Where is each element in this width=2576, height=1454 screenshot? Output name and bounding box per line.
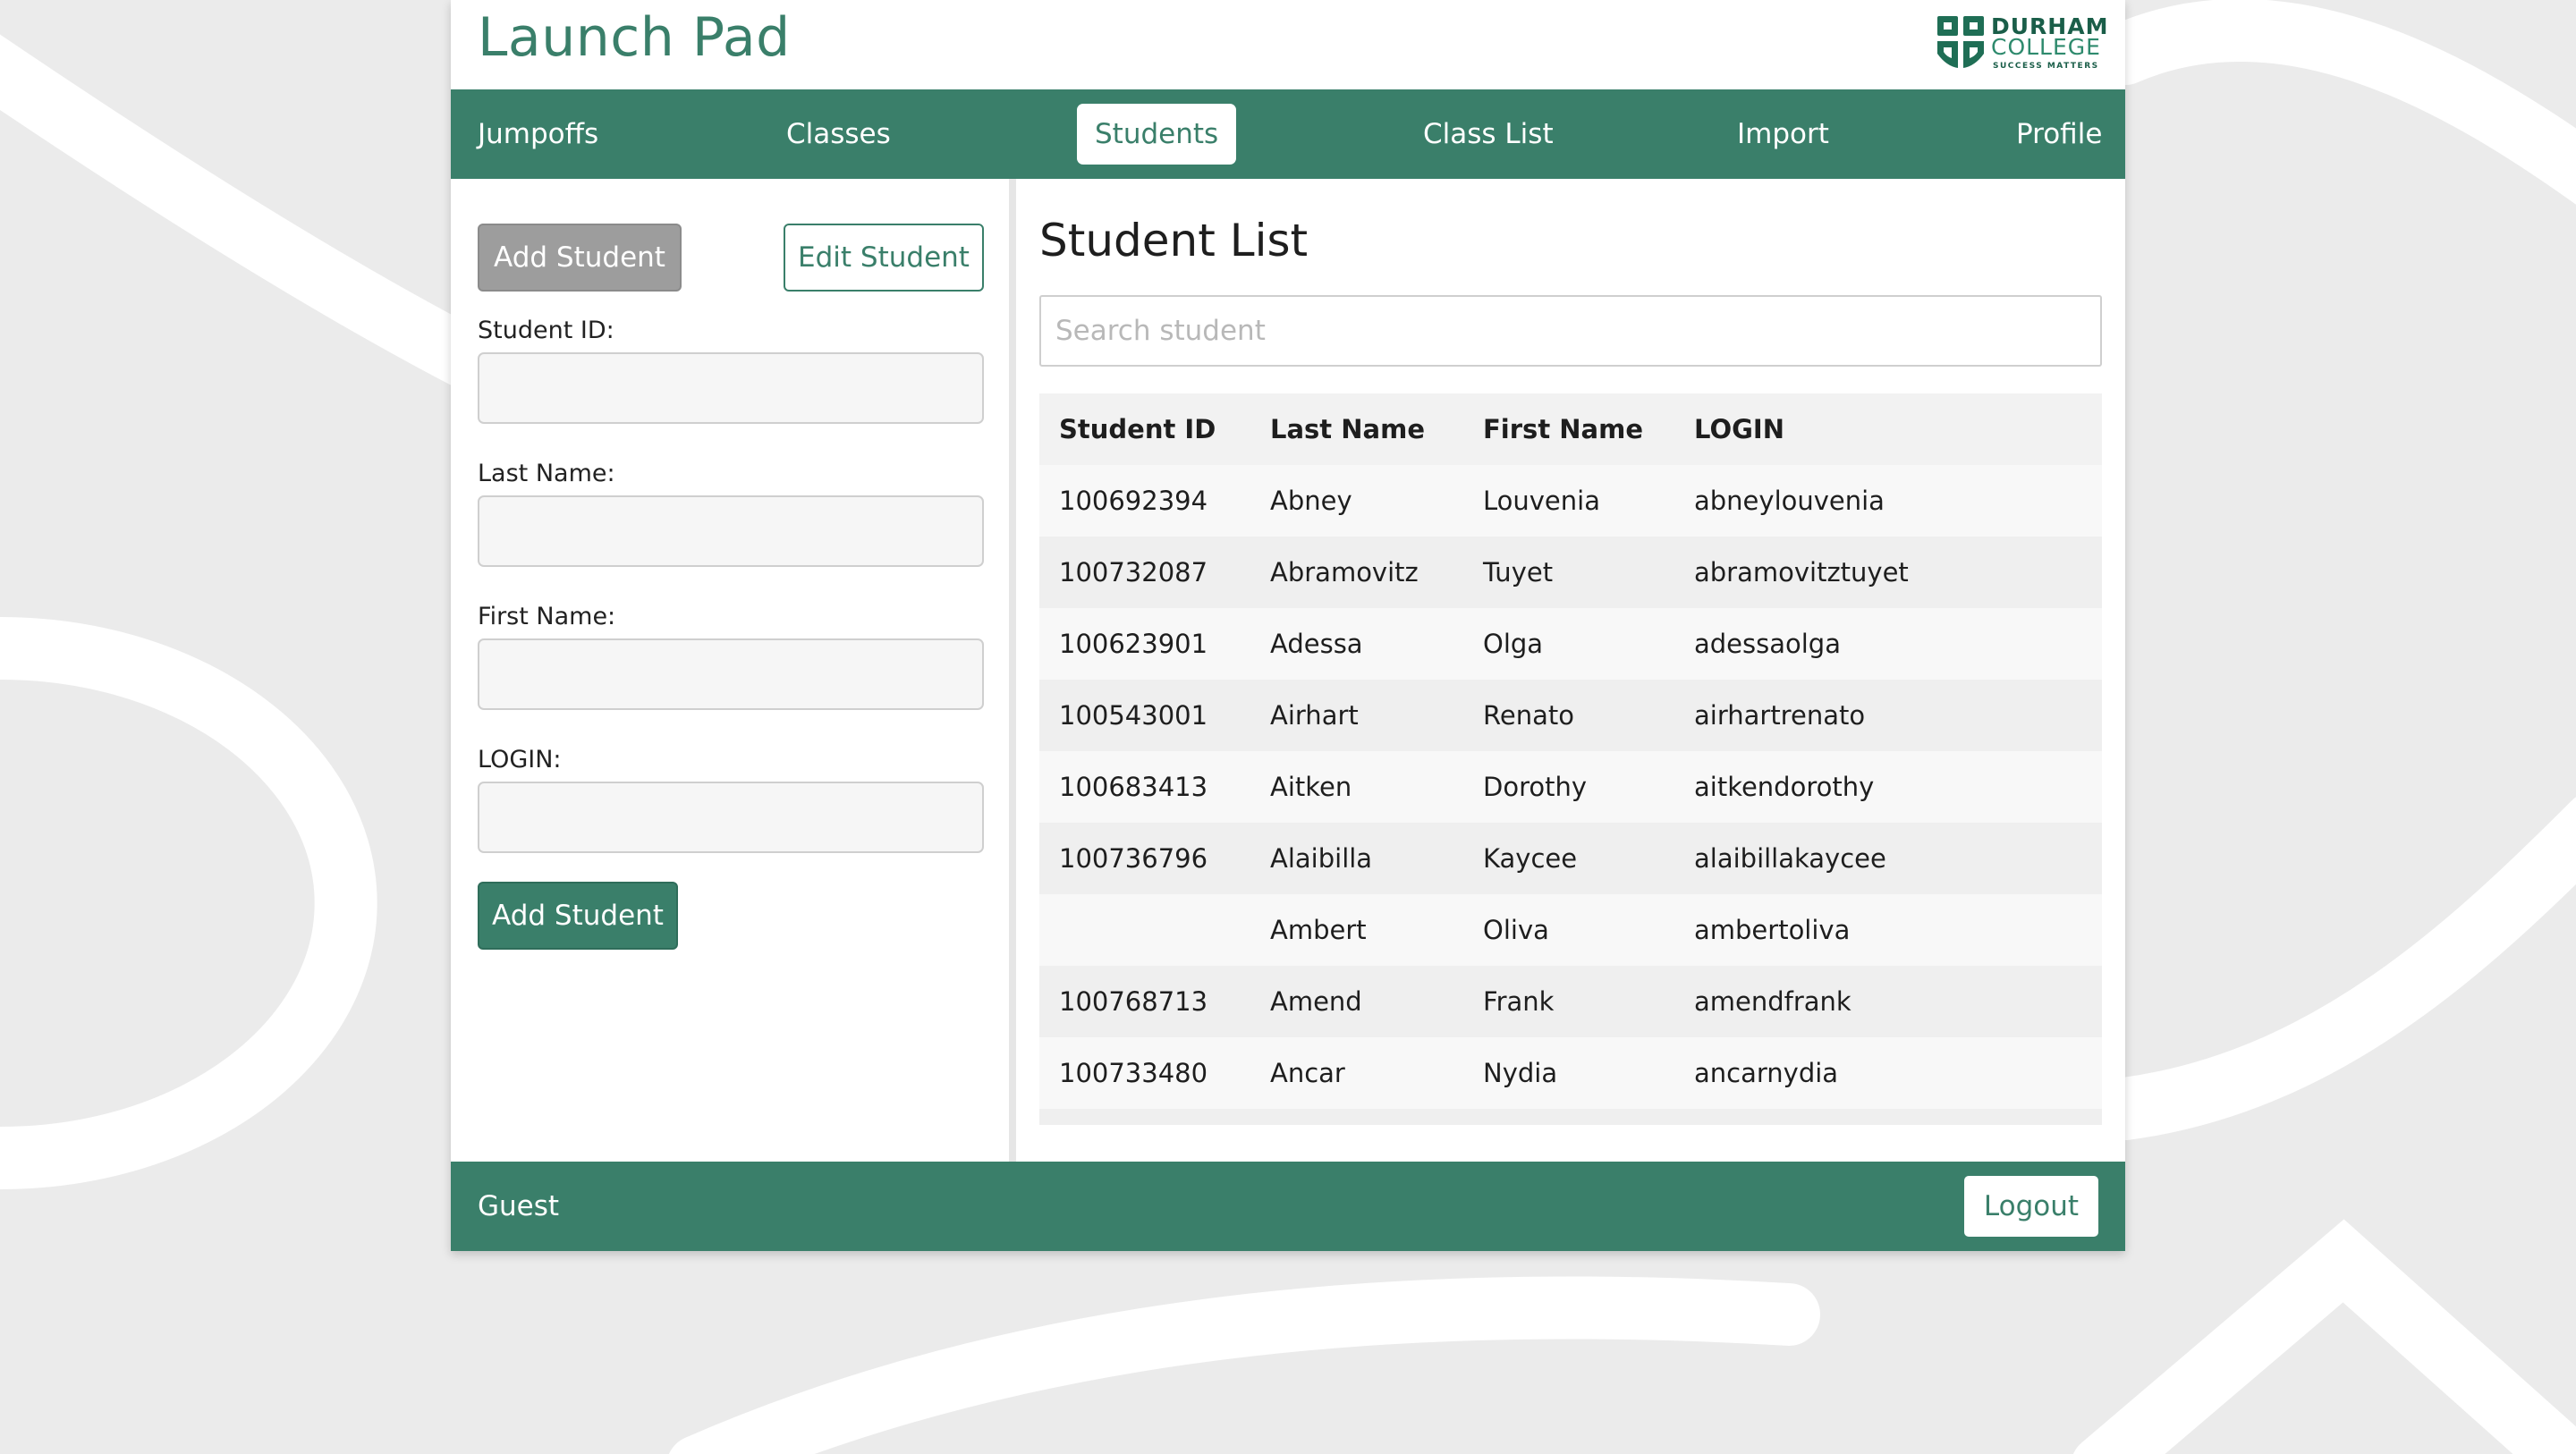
first-name-label: First Name: <box>478 603 616 630</box>
app-window: Launch Pad DURHAM COLLEGE SUCCESS MATTER… <box>451 0 2125 1251</box>
cell-login: amendfrank <box>1694 986 1852 1017</box>
durham-college-shield-icon <box>1937 16 1984 68</box>
cell-first-name: Renato <box>1483 700 1574 731</box>
cell-last-name: Abney <box>1270 486 1352 516</box>
table-row[interactable]: 100692394 Abney Louvenia abneylouvenia <box>1039 465 2102 537</box>
cell-student-id: 100736796 <box>1059 843 1208 874</box>
student-list-title: Student List <box>1039 215 1309 266</box>
header: Launch Pad DURHAM COLLEGE SUCCESS MATTER… <box>451 0 2125 89</box>
cell-login: abneylouvenia <box>1694 486 1885 516</box>
cell-student-id: 100692394 <box>1059 486 1208 516</box>
student-table[interactable]: Student ID Last Name First Name LOGIN 10… <box>1039 393 2102 1125</box>
nav-item-import[interactable]: Import <box>1737 104 1829 165</box>
cell-last-name: Ambert <box>1270 915 1367 945</box>
student-form-panel: Add Student Edit Student Student ID: Las… <box>451 179 1009 1162</box>
cell-login: ambertoliva <box>1694 915 1851 945</box>
table-row[interactable]: 100733480 Ancar Nydia ancarnydia <box>1039 1037 2102 1109</box>
column-header-first-name[interactable]: First Name <box>1483 393 1643 465</box>
search-student-input[interactable] <box>1039 295 2102 367</box>
app-title: Launch Pad <box>478 6 791 69</box>
cell-last-name: Aitken <box>1270 772 1352 802</box>
login-field[interactable] <box>478 782 984 853</box>
cell-first-name: Oliva <box>1483 915 1549 945</box>
cell-login: adessaolga <box>1694 629 1841 659</box>
panel-divider <box>1009 179 1016 1162</box>
table-row[interactable]: 100732087 Abramovitz Tuyet abramovitztuy… <box>1039 537 2102 608</box>
cell-first-name: Dorothy <box>1483 772 1588 802</box>
cell-login: ancarnydia <box>1694 1058 1839 1088</box>
nav-item-students[interactable]: Students <box>1077 104 1237 165</box>
cell-first-name: Tuyet <box>1483 557 1554 588</box>
cell-student-id: 100683413 <box>1059 772 1208 802</box>
nav-item-class-list[interactable]: Class List <box>1423 104 1554 165</box>
table-row[interactable]: 100768713 Amend Frank amendfrank <box>1039 966 2102 1037</box>
current-user-label: Guest <box>478 1190 560 1222</box>
logo-tagline: SUCCESS MATTERS <box>1993 62 2099 71</box>
last-name-label: Last Name: <box>478 460 615 487</box>
cell-last-name: Ancar <box>1270 1058 1345 1088</box>
cell-student-id: 100623901 <box>1059 629 1208 659</box>
cell-last-name: Alaibilla <box>1270 843 1373 874</box>
add-student-submit-button[interactable]: Add Student <box>478 882 678 950</box>
student-id-label: Student ID: <box>478 317 614 344</box>
add-student-mode-button[interactable]: Add Student <box>478 224 682 292</box>
table-row[interactable]: Ambert Oliva ambertoliva <box>1039 894 2102 966</box>
cell-last-name: Airhart <box>1270 700 1359 731</box>
cell-login: aitkendorothy <box>1694 772 1875 802</box>
cell-student-id: 100733480 <box>1059 1058 1208 1088</box>
last-name-field[interactable] <box>478 495 984 567</box>
cell-student-id: 100768713 <box>1059 986 1208 1017</box>
logout-button[interactable]: Logout <box>1964 1176 2098 1237</box>
cell-first-name: Louvenia <box>1483 486 1600 516</box>
first-name-field[interactable] <box>478 638 984 710</box>
edit-student-mode-button[interactable]: Edit Student <box>784 224 984 292</box>
column-header-last-name[interactable]: Last Name <box>1270 393 1425 465</box>
table-row[interactable]: 100623901 Adessa Olga adessaolga <box>1039 608 2102 680</box>
student-list-panel: Student List Student ID Last Name First … <box>1016 179 2125 1162</box>
nav-item-classes[interactable]: Classes <box>786 104 891 165</box>
student-id-field[interactable] <box>478 352 984 424</box>
cell-login: airhartrenato <box>1694 700 1866 731</box>
table-row[interactable]: 100543001 Airhart Renato airhartrenato <box>1039 680 2102 751</box>
cell-last-name: Amend <box>1270 986 1362 1017</box>
cell-first-name: Kaycee <box>1483 843 1578 874</box>
college-logo: DURHAM COLLEGE SUCCESS MATTERS <box>1936 14 2107 75</box>
cell-first-name: Nydia <box>1483 1058 1558 1088</box>
cell-last-name: Adessa <box>1270 629 1363 659</box>
nav-item-profile[interactable]: Profile <box>2016 104 2102 165</box>
cell-login: alaibillakaycee <box>1694 843 1886 874</box>
cell-student-id: 100543001 <box>1059 700 1208 731</box>
table-header-row: Student ID Last Name First Name LOGIN <box>1039 393 2102 465</box>
cell-first-name: Olga <box>1483 629 1544 659</box>
table-row[interactable]: 100683413 Aitken Dorothy aitkendorothy <box>1039 751 2102 823</box>
footer: Guest Logout <box>451 1162 2125 1251</box>
cell-first-name: Frank <box>1483 986 1555 1017</box>
cell-last-name: Abramovitz <box>1270 557 1419 588</box>
main-nav: Jumpoffs Classes Students Class List Imp… <box>451 89 2125 179</box>
logo-text-college: COLLEGE <box>1991 34 2101 60</box>
column-header-login[interactable]: LOGIN <box>1694 393 1784 465</box>
cell-login: abramovitztuyet <box>1694 557 1909 588</box>
login-label: LOGIN: <box>478 746 562 773</box>
cell-student-id: 100732087 <box>1059 557 1208 588</box>
nav-item-jumpoffs[interactable]: Jumpoffs <box>478 104 598 165</box>
table-row[interactable]: 100736796 Alaibilla Kaycee alaibillakayc… <box>1039 823 2102 894</box>
column-header-student-id[interactable]: Student ID <box>1059 393 1216 465</box>
